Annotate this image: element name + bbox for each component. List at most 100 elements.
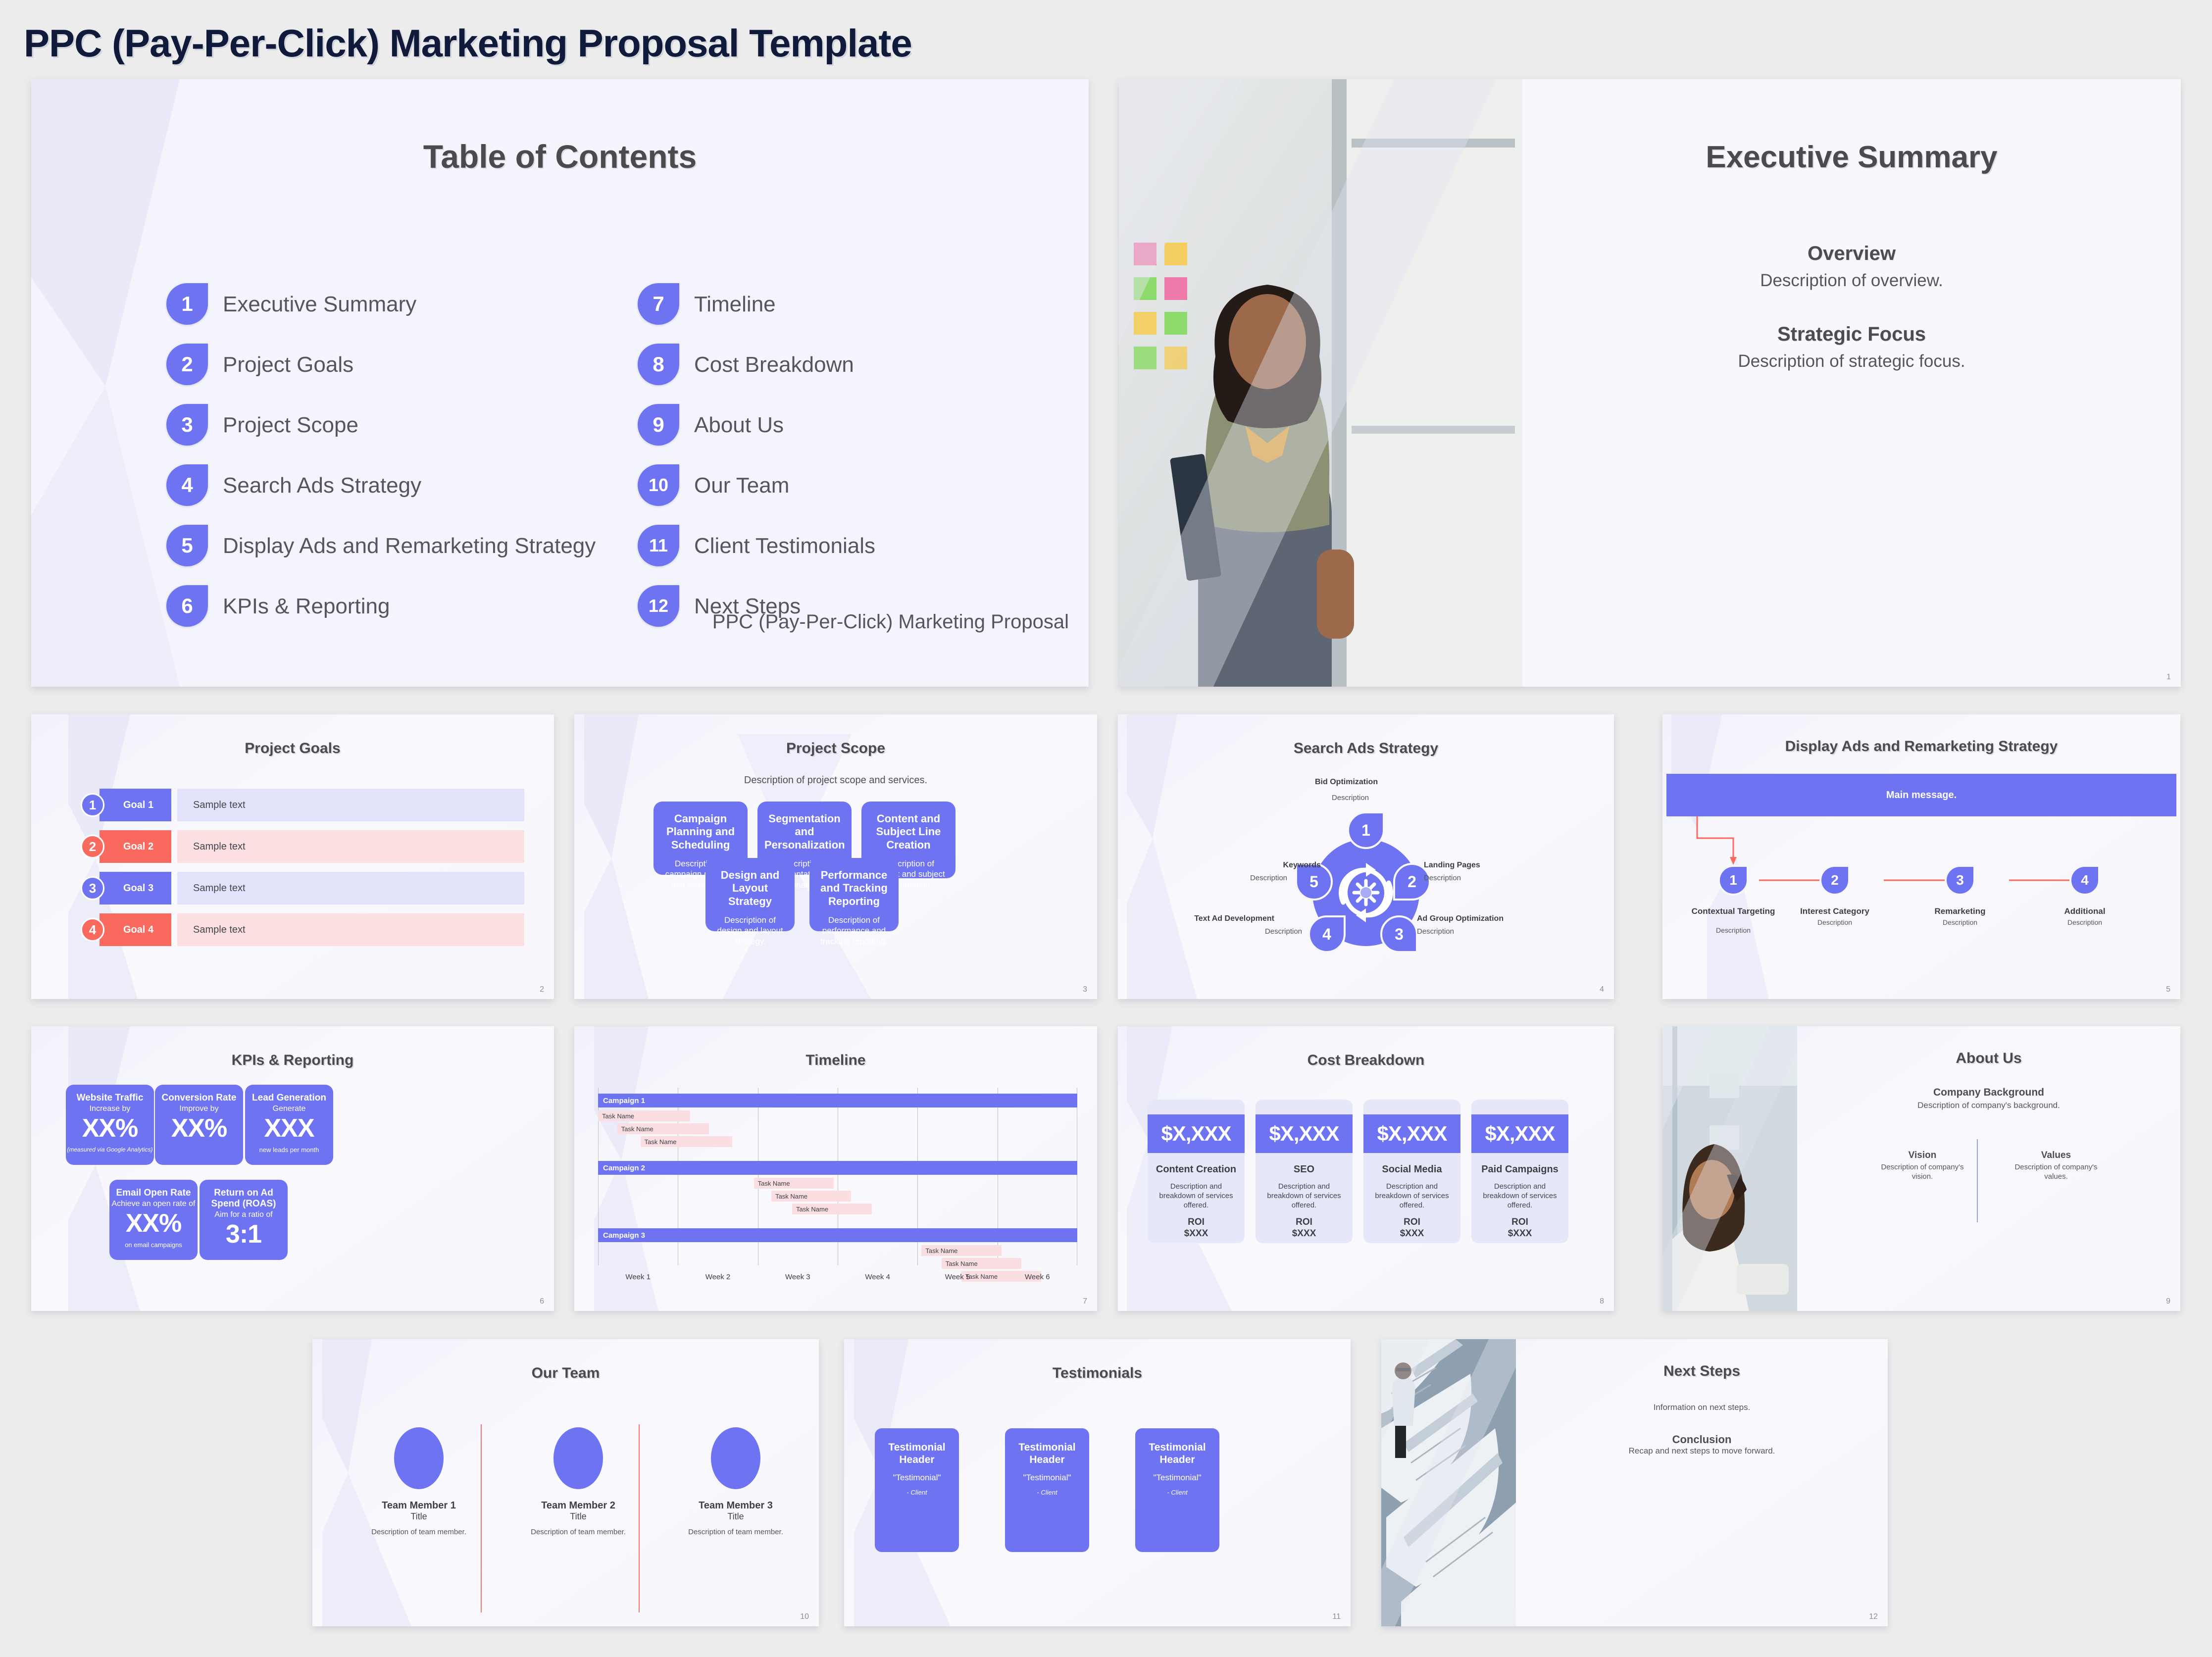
cost-amount: $X,XXX: [1148, 1114, 1245, 1153]
slide-cost-breakdown[interactable]: Cost Breakdown $X,XXX Content Creation Des…: [1118, 1026, 1614, 1311]
slide-title-toc: Table of Contents: [423, 138, 697, 175]
testimonial-card[interactable]: Testimonial Header "Testimonial" - Client: [1005, 1428, 1089, 1552]
about-column-text: Description of company's vision.: [1881, 1163, 1964, 1181]
watermark-bowtie: [1671, 714, 1769, 999]
executive-summary-sections: Overview Description of overview. Strategi…: [1522, 243, 2181, 404]
kpi-footnote: new leads per month: [259, 1146, 319, 1154]
team-member-desc: Description of team member.: [371, 1528, 466, 1536]
scope-card-heading: Design and Layout Strategy: [720, 869, 780, 907]
kpi-card[interactable]: Website Traffic Increase by XX% (measured v…: [66, 1085, 154, 1165]
slide-testimonials[interactable]: Testimonials Testimonial Header "Testimon…: [844, 1339, 1351, 1626]
kpi-card[interactable]: Lead Generation Generate XXX new leads per …: [245, 1085, 333, 1165]
executive-section-text: Description of overview.: [1760, 271, 1943, 290]
slide-table-of-contents[interactable]: Table of Contents 1 Executive Summary 2 Pro…: [31, 79, 1089, 687]
slide-about-us[interactable]: About Us Company Background Description …: [1662, 1026, 2180, 1311]
testimonial-card[interactable]: Testimonial Header "Testimonial" - Client: [1135, 1428, 1219, 1552]
slide-timeline[interactable]: Timeline Campaign 1 Task Name Task Name Tas…: [574, 1026, 1097, 1311]
task-bar[interactable]: Task Name: [598, 1110, 690, 1121]
cost-roi-label: ROI: [1296, 1217, 1312, 1228]
slide-title-search-ads: Search Ads Strategy: [1293, 740, 1439, 756]
toc-item-label: Cost Breakdown: [694, 352, 854, 377]
task-bar[interactable]: Task Name: [754, 1178, 834, 1189]
toc-number-badge: 4: [166, 464, 208, 506]
slide-kpis-reporting[interactable]: KPIs & Reporting Website Traffic Increase…: [31, 1026, 554, 1311]
testimonial-card[interactable]: Testimonial Header "Testimonial" - Client: [875, 1428, 959, 1552]
conclusion-text: Recap and next steps to move forward.: [1628, 1446, 1775, 1456]
cost-roi: ROI $XXX: [1363, 1217, 1460, 1240]
team-member[interactable]: Team Member 3 Title Description of team me…: [674, 1427, 798, 1537]
goal-row[interactable]: Goal 3 3 Sample text: [81, 872, 524, 904]
slide-title-project-scope: Project Scope: [786, 740, 886, 756]
task-bar[interactable]: Task Name: [792, 1204, 872, 1214]
slide-title-testimonials: Testimonials: [1052, 1365, 1143, 1381]
task-bar[interactable]: Task Name: [921, 1245, 1002, 1256]
toc-item-label: Search Ads Strategy: [223, 473, 422, 498]
campaign-bar: Campaign 3: [598, 1228, 1077, 1242]
goal-number-badge: 1: [81, 793, 104, 817]
kpi-card[interactable]: Conversion Rate Improve by XX%: [155, 1085, 243, 1165]
slide-next-steps[interactable]: Next Steps Information on next steps. Co…: [1381, 1339, 1888, 1626]
toc-item-label: Project Scope: [223, 413, 358, 437]
search-node-badge[interactable]: 3: [1380, 915, 1418, 953]
toc-number-badge: 1: [166, 283, 208, 325]
team-member[interactable]: Team Member 1 Title Description of team me…: [357, 1427, 481, 1537]
display-step-badge[interactable]: 3: [1945, 865, 1975, 896]
cost-description: Description and breakdown of services of…: [1375, 1182, 1449, 1209]
search-node-desc: Description: [1332, 794, 1369, 802]
kpi-card[interactable]: Return on Ad Spend (ROAS) Aim for a ratio…: [200, 1180, 288, 1260]
display-step-badge[interactable]: 4: [2069, 865, 2100, 896]
slide-title-executive-summary: Executive Summary: [1706, 140, 1998, 174]
cost-card[interactable]: $X,XXX Social Media Description and breakd…: [1363, 1100, 1460, 1243]
search-node-label: Landing Pages: [1424, 861, 1480, 869]
goal-row[interactable]: Goal 2 2 Sample text: [81, 830, 524, 863]
scope-card-text: Description of design and layout strateg…: [717, 915, 783, 946]
team-member-name: Team Member 3: [699, 1500, 773, 1511]
next-steps-body: Information on next steps. Conclusion Re…: [1516, 1403, 1888, 1456]
slide-our-team[interactable]: Our Team Team Member 1 Title Description o…: [312, 1339, 819, 1626]
page-number: 1: [2166, 673, 2171, 681]
week-label: Week 4: [865, 1273, 890, 1281]
task-bar[interactable]: Task Name: [941, 1258, 1022, 1269]
display-step-badge[interactable]: 1: [1718, 865, 1749, 896]
slide-project-goals[interactable]: Project Goals Goal 1 1 Sample text Goal 2 2 S…: [31, 714, 554, 999]
slide-executive-summary[interactable]: Executive Summary Overview Description of…: [1119, 79, 2181, 687]
cost-card[interactable]: $X,XXX Content Creation Description and br…: [1148, 1100, 1245, 1243]
cost-amount: $X,XXX: [1471, 1114, 1568, 1153]
search-node-badge[interactable]: 4: [1308, 915, 1346, 953]
cost-roi-value: $XXX: [1292, 1228, 1316, 1239]
slide-search-ads-strategy[interactable]: Search Ads Strategy 1 Bid Optimization Des…: [1118, 714, 1614, 999]
goal-tag: Goal 1: [100, 789, 171, 821]
gantt-chart: Campaign 1 Task Name Task Name Task Name Cam…: [598, 1088, 1077, 1282]
testimonial-client: - Client: [906, 1489, 927, 1497]
week-label: Week 3: [785, 1273, 810, 1281]
search-node-badge[interactable]: 1: [1347, 811, 1385, 849]
toc-item-label: Our Team: [694, 473, 790, 498]
team-member[interactable]: Team Member 2 Title Description of team me…: [516, 1427, 640, 1537]
scope-card[interactable]: Performance and Tracking Reporting Descri…: [809, 858, 899, 946]
about-background-heading: Company Background: [1933, 1087, 2045, 1098]
scope-card[interactable]: Design and Layout Strategy Description of…: [705, 858, 795, 946]
task-bar[interactable]: Task Name: [771, 1191, 852, 1202]
kpi-card[interactable]: Email Open Rate Achieve an open rate of XX…: [109, 1180, 198, 1260]
goal-tag-label: Goal 2: [123, 841, 154, 852]
executive-section-heading: Strategic Focus: [1777, 323, 1926, 345]
slide-project-scope[interactable]: Project Scope Description of project sco…: [574, 714, 1097, 999]
cost-card[interactable]: $X,XXX SEO Description and breakdown of se…: [1256, 1100, 1353, 1243]
goal-row[interactable]: Goal 4 4 Sample text: [81, 913, 524, 946]
task-bar[interactable]: Task Name: [617, 1123, 709, 1134]
page-number: 5: [2166, 985, 2170, 994]
display-step-badge[interactable]: 2: [1819, 865, 1850, 896]
toc-number-badge: 6: [166, 585, 208, 627]
toc-item-label: Executive Summary: [223, 292, 417, 316]
goal-row[interactable]: Goal 1 1 Sample text: [81, 789, 524, 821]
cost-description: Description and breakdown of services of…: [1159, 1182, 1233, 1209]
cost-card[interactable]: $X,XXX Paid Campaigns Description and brea…: [1471, 1100, 1568, 1243]
slide-display-ads-strategy[interactable]: Display Ads and Remarketing Strategy Mai…: [1662, 714, 2180, 999]
next-steps-info: Information on next steps.: [1653, 1403, 1751, 1412]
task-bar[interactable]: Task Name: [640, 1136, 733, 1147]
executive-section-text: Description of strategic focus.: [1738, 351, 1965, 371]
testimonial-heading: Testimonial Header: [1149, 1442, 1206, 1466]
display-step-desc: Description: [1817, 918, 1853, 926]
testimonial-quote: "Testimonial": [1023, 1473, 1071, 1483]
display-ads-connectors: [1696, 816, 2089, 883]
